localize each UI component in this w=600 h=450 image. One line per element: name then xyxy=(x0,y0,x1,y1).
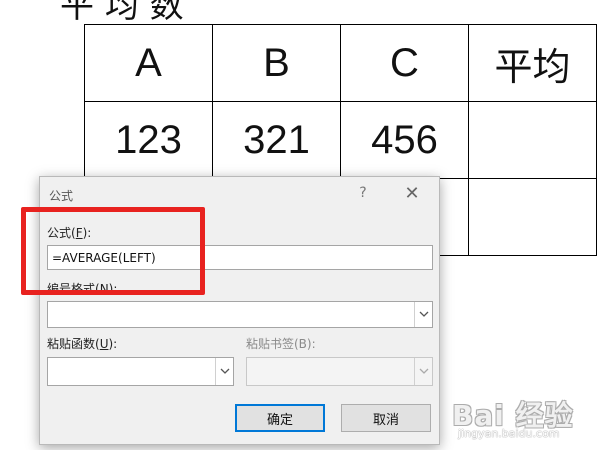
close-icon: ✕ xyxy=(404,183,420,204)
close-button[interactable]: ✕ xyxy=(400,183,424,205)
paste-bookmark-label: 粘贴书签(B): xyxy=(246,337,316,351)
formula-label: 公式(F): xyxy=(47,226,92,240)
table-cell[interactable]: C xyxy=(340,24,469,102)
watermark-url: jingyan.baidu.com xyxy=(458,427,560,440)
table-cell[interactable] xyxy=(468,101,597,179)
watermark: Bai 经验 jingyan.baidu.com xyxy=(452,394,592,444)
formula-dialog: 公式 ? ✕ 公式(F): 编号格式(N): 粘贴函数(U): 粘贴书签(B):… xyxy=(39,176,440,445)
ok-button[interactable]: 确定 xyxy=(235,404,325,432)
cancel-button[interactable]: 取消 xyxy=(341,404,431,432)
formula-input[interactable] xyxy=(47,245,433,270)
table-cell[interactable] xyxy=(468,178,597,256)
number-format-label: 编号格式(N): xyxy=(47,282,118,296)
paste-function-combo[interactable] xyxy=(47,357,234,386)
chevron-down-icon xyxy=(414,358,432,385)
table-cell[interactable]: 平均 xyxy=(468,24,597,102)
table-cell[interactable]: 456 xyxy=(340,101,469,179)
table-cell[interactable]: 321 xyxy=(212,101,341,179)
help-button[interactable]: ? xyxy=(353,183,373,203)
table-row: 123 321 456 xyxy=(84,101,597,179)
table-cell[interactable]: 123 xyxy=(84,101,213,179)
table-cell[interactable]: B xyxy=(212,24,341,102)
chevron-down-icon[interactable] xyxy=(215,358,233,385)
chevron-down-icon[interactable] xyxy=(414,302,432,327)
paste-bookmark-combo[interactable] xyxy=(246,357,433,386)
paste-function-label: 粘贴函数(U): xyxy=(47,337,118,351)
table-row: A B C 平均 xyxy=(84,24,597,102)
table-cell[interactable]: A xyxy=(84,24,213,102)
dialog-title: 公式 xyxy=(49,189,74,203)
number-format-combo[interactable] xyxy=(47,301,433,328)
document-heading-fragment: 平 均 数 xyxy=(60,0,184,26)
watermark-brand: Bai 经验 xyxy=(452,399,574,432)
